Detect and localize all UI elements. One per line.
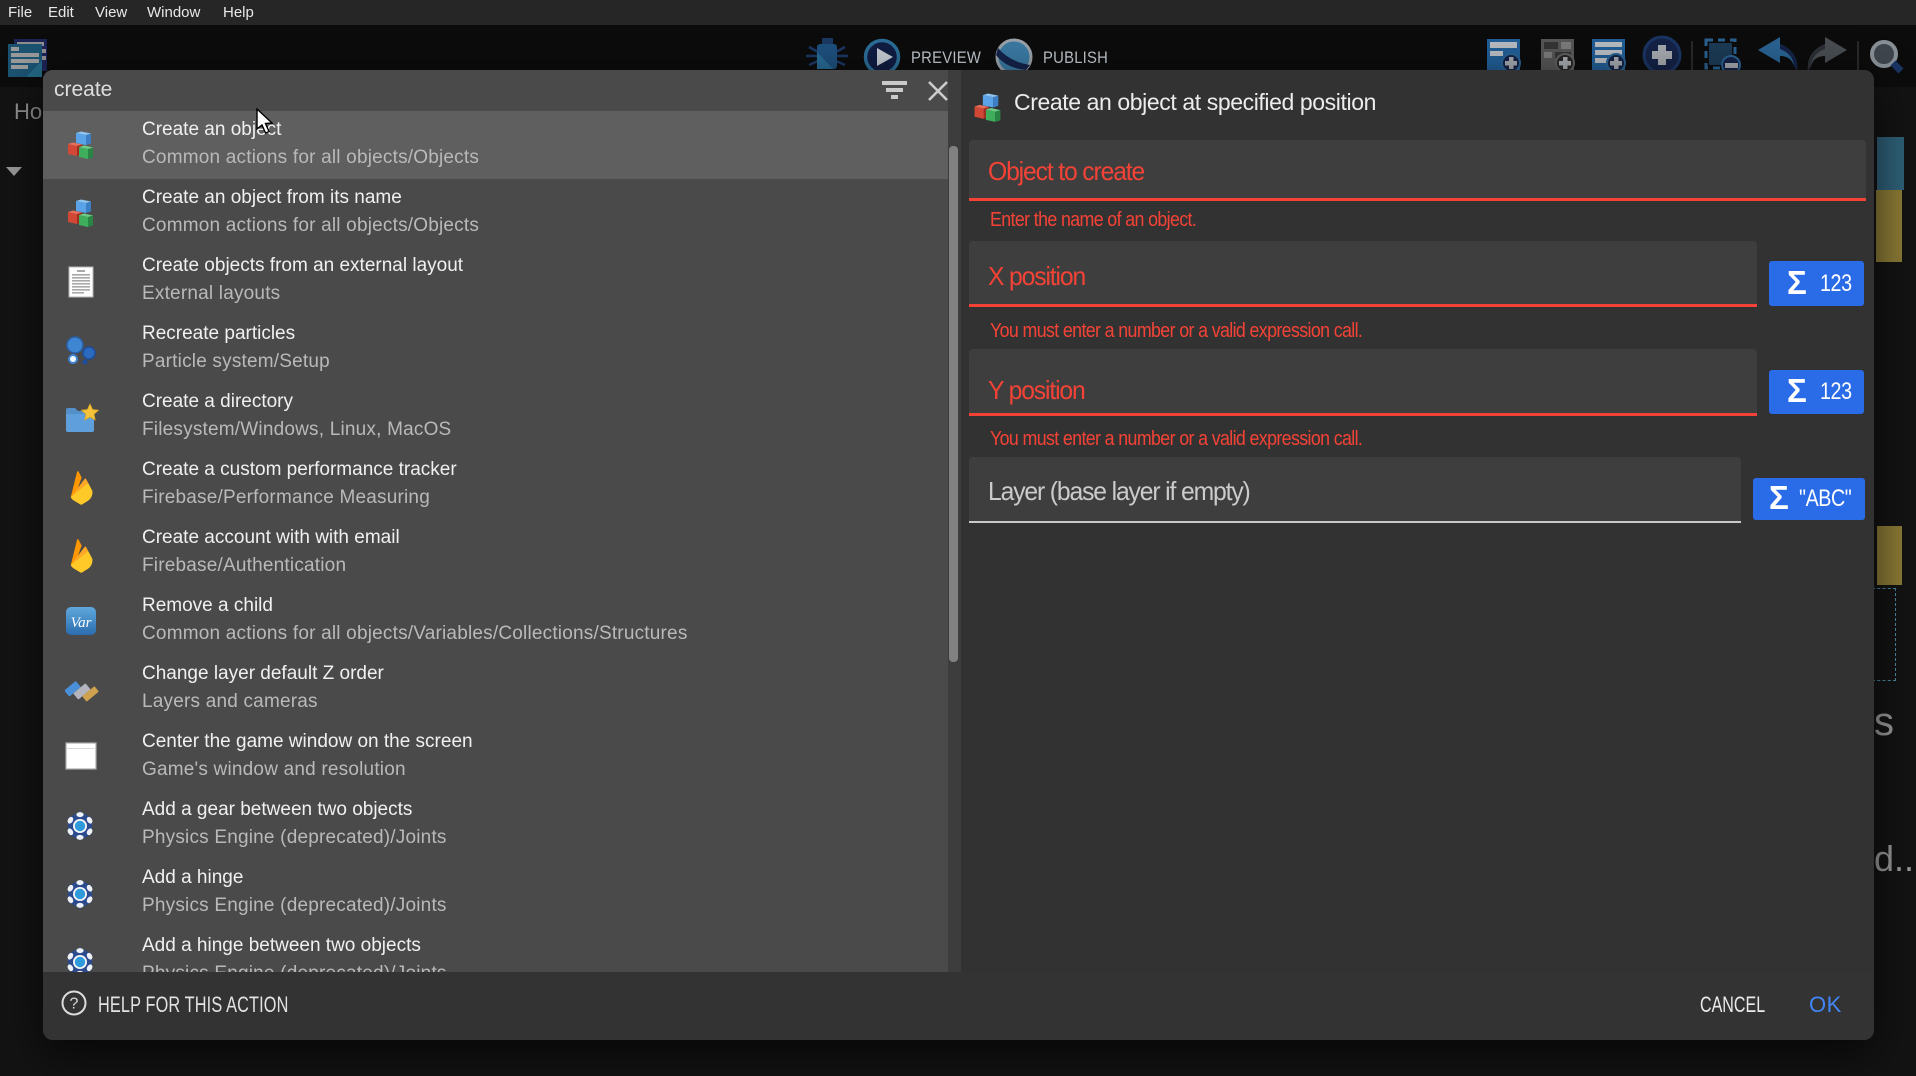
svg-text:?: ?	[70, 996, 79, 1013]
svg-text:Var: Var	[71, 615, 92, 631]
